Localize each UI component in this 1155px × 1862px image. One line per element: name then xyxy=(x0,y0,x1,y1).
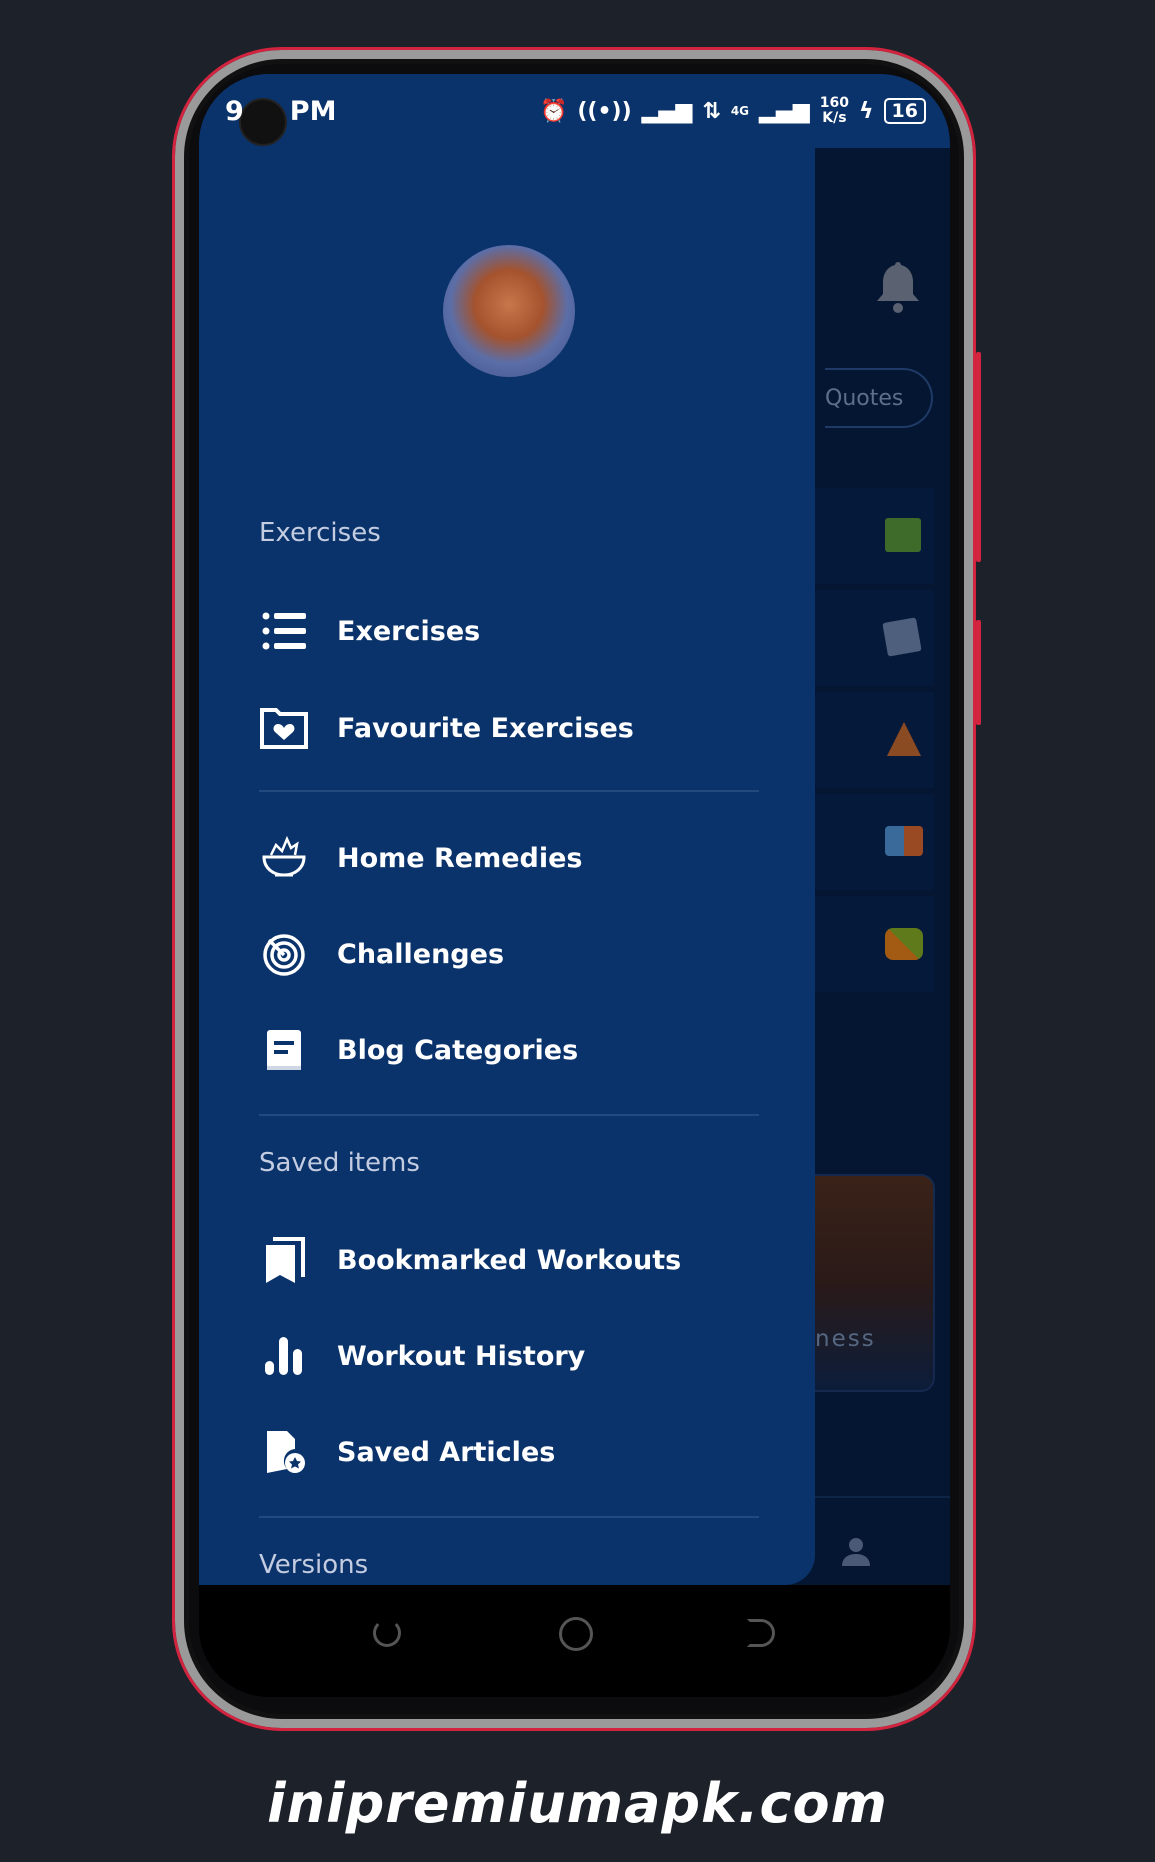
status-time: 9 PM xyxy=(225,96,337,127)
list-row[interactable] xyxy=(815,896,934,992)
menu-item-blog-categories[interactable]: Blog Categories xyxy=(259,1025,578,1075)
menu-item-saved-articles[interactable]: Saved Articles xyxy=(259,1427,555,1477)
alarm-icon: ⏰ xyxy=(539,98,568,124)
book-icon xyxy=(259,1025,309,1075)
section-header-exercises: Exercises xyxy=(259,518,381,548)
navigation-drawer: Exercises Exercises Favourite Exercises … xyxy=(199,74,815,1585)
bar-chart-icon xyxy=(259,1331,309,1381)
section-header-versions[interactable]: Versions xyxy=(259,1550,368,1580)
vegetables-icon xyxy=(885,928,923,960)
list-row[interactable] xyxy=(815,488,934,584)
watermark: inipremiumapk.com xyxy=(267,1772,888,1835)
avatar[interactable] xyxy=(443,245,575,377)
menu-item-bookmarked-workouts[interactable]: Bookmarked Workouts xyxy=(259,1235,681,1285)
quotes-tab[interactable]: Quotes xyxy=(825,368,933,428)
target-icon xyxy=(259,929,309,979)
volume-button xyxy=(976,352,981,562)
divider xyxy=(259,1516,759,1518)
list-icon xyxy=(259,606,309,656)
meditation-icon xyxy=(887,722,921,756)
system-nav-bar xyxy=(199,1585,950,1697)
home-button[interactable] xyxy=(559,1617,593,1651)
data-transfer-icon: ⇅ xyxy=(702,98,721,124)
menu-item-home-remedies[interactable]: Home Remedies xyxy=(259,833,583,883)
network-type: 4G xyxy=(730,104,750,118)
section-header-saved-items: Saved items xyxy=(259,1148,420,1178)
list-row[interactable] xyxy=(815,590,934,686)
divider xyxy=(259,790,759,792)
bowl-icon xyxy=(259,833,309,883)
saved-article-icon xyxy=(259,1427,309,1477)
kcal-icon xyxy=(885,518,921,552)
person-icon xyxy=(841,1536,871,1572)
battery-indicator: 16 xyxy=(883,98,926,124)
featured-card[interactable]: ness xyxy=(815,1174,935,1392)
screen: Quotes ness shboard Exercises Exercises … xyxy=(199,74,950,1697)
menu-item-exercises[interactable]: Exercises xyxy=(259,606,480,656)
list-row[interactable] xyxy=(815,794,934,890)
menu-item-workout-history[interactable]: Workout History xyxy=(259,1331,585,1381)
notebook-icon xyxy=(882,617,922,657)
status-icons: ⏰ ((•)) ▂▄▆ ⇅ 4G ▂▄▆ 160 K/s ϟ 16 xyxy=(540,96,926,126)
heart-folder-icon xyxy=(259,703,309,753)
network-speed: 160 K/s xyxy=(819,95,850,126)
hotspot-icon: ((•)) xyxy=(577,98,632,124)
bottom-nav-divider xyxy=(815,1496,950,1498)
signal-icon: ▂▄▆ xyxy=(759,98,810,124)
divider xyxy=(259,1114,759,1116)
list-row[interactable] xyxy=(815,692,934,788)
signal-icon: ▂▄▆ xyxy=(641,98,693,124)
back-button[interactable] xyxy=(747,1619,775,1647)
bookmarks-icon xyxy=(259,1235,309,1285)
menu-item-challenges[interactable]: Challenges xyxy=(259,929,504,979)
people-icon xyxy=(885,826,923,856)
power-button xyxy=(976,620,981,725)
recents-button[interactable] xyxy=(373,1619,401,1647)
menu-item-favourite-exercises[interactable]: Favourite Exercises xyxy=(259,703,634,753)
charging-icon: ϟ xyxy=(859,98,874,124)
bell-icon xyxy=(875,260,921,320)
